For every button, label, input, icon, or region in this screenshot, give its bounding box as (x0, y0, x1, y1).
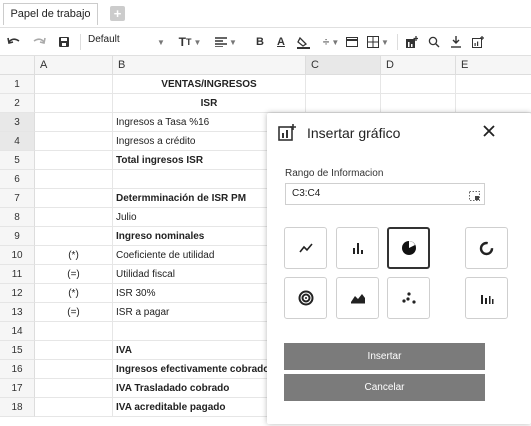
tab-papel-de-trabajo[interactable]: Papel de trabajo (3, 3, 98, 25)
chart-type-pie[interactable] (387, 227, 430, 269)
insert-button[interactable]: Insertar (284, 343, 485, 370)
row-header[interactable]: 6 (0, 170, 35, 189)
row-header[interactable]: 15 (0, 341, 35, 360)
cell-e1[interactable] (456, 75, 531, 94)
select-range-icon[interactable] (469, 189, 480, 209)
cell-a18[interactable] (35, 398, 113, 417)
cell-a14[interactable] (35, 322, 113, 341)
cell-a10[interactable]: (*) (35, 246, 113, 265)
row-header[interactable]: 3 (0, 113, 35, 132)
row-header[interactable]: 1 (0, 75, 35, 94)
row-header[interactable]: 11 (0, 265, 35, 284)
row-header[interactable]: 12 (0, 284, 35, 303)
chart-type-donut[interactable] (465, 227, 508, 269)
range-input[interactable]: C3:C4 (285, 183, 485, 205)
insert-chart-icon (278, 124, 296, 146)
font-family-select[interactable]: Default (88, 34, 120, 45)
cell-a16[interactable] (35, 360, 113, 379)
chart-type-radial[interactable] (284, 277, 327, 319)
column-header-b[interactable]: B (113, 56, 306, 75)
chart-type-column[interactable] (465, 277, 508, 319)
cell-a2[interactable] (35, 94, 113, 113)
cell-a13[interactable]: (=) (35, 303, 113, 322)
cell-a6[interactable] (35, 170, 113, 189)
borders-icon[interactable]: ▼ (365, 32, 391, 52)
cell-a4[interactable] (35, 132, 113, 151)
row-header[interactable]: 13 (0, 303, 35, 322)
column-header-d[interactable]: D (381, 56, 456, 75)
column-header-a[interactable]: A (35, 56, 113, 75)
insert-chart-dialog: Insertar gráfico Rango de Informacion C3… (267, 113, 531, 424)
cell-e2[interactable] (456, 94, 531, 113)
donut-chart-icon (479, 241, 494, 255)
cell-a7[interactable] (35, 189, 113, 208)
bar-chart-icon (352, 243, 363, 254)
cell-c2[interactable] (306, 94, 381, 113)
cell-d2[interactable] (381, 94, 456, 113)
chart-type-area[interactable] (336, 277, 379, 319)
row-header[interactable]: 5 (0, 151, 35, 170)
chart-type-scatter[interactable] (387, 277, 430, 319)
cell-a12[interactable]: (*) (35, 284, 113, 303)
pie-chart-icon (401, 241, 416, 255)
add-sheet-icon[interactable]: + (110, 6, 125, 21)
cell-a8[interactable] (35, 208, 113, 227)
cell-a3[interactable] (35, 113, 113, 132)
row-header[interactable]: 16 (0, 360, 35, 379)
insert-chart-toolbar-icon[interactable] (405, 32, 419, 52)
line-chart-icon (298, 243, 313, 253)
cell-b2[interactable]: ISR (113, 94, 306, 113)
row-header[interactable]: 10 (0, 246, 35, 265)
range-value: C3:C4 (292, 188, 321, 199)
close-icon[interactable] (481, 123, 497, 139)
sheet-tab-bar: Papel de trabajo + (0, 0, 531, 27)
row-header[interactable]: 9 (0, 227, 35, 246)
column-header-e[interactable]: E (456, 56, 531, 75)
scatter-chart-icon (401, 292, 416, 304)
column-chart-icon (480, 295, 493, 304)
area-chart-icon (350, 294, 365, 304)
row-header[interactable]: 8 (0, 208, 35, 227)
dialog-title: Insertar gráfico (307, 125, 401, 141)
cell-a9[interactable] (35, 227, 113, 246)
row-header[interactable]: 17 (0, 379, 35, 398)
cell-a1[interactable] (35, 75, 113, 94)
save-icon[interactable] (56, 32, 72, 52)
row-header[interactable]: 4 (0, 132, 35, 151)
search-icon[interactable] (427, 32, 441, 52)
merge-cells-icon[interactable] (345, 32, 359, 52)
chart-type-line[interactable] (284, 227, 327, 269)
text-color-icon[interactable]: A (275, 32, 287, 52)
vertical-align-icon[interactable]: ÷ ▼ (320, 32, 342, 52)
cancel-button[interactable]: Cancelar (284, 374, 485, 401)
row-header[interactable]: 14 (0, 322, 35, 341)
cell-d1[interactable] (381, 75, 456, 94)
align-icon[interactable]: ▼ (213, 32, 239, 52)
cell-a15[interactable] (35, 341, 113, 360)
redo-icon[interactable] (31, 32, 47, 52)
cell-a5[interactable] (35, 151, 113, 170)
row-header[interactable]: 7 (0, 189, 35, 208)
row-header[interactable]: 2 (0, 94, 35, 113)
select-all-corner[interactable] (0, 56, 35, 75)
radial-chart-icon (298, 290, 313, 306)
cell-c1[interactable] (306, 75, 381, 94)
font-dropdown-chevron-icon[interactable]: ▼ (154, 32, 166, 52)
download-icon[interactable] (449, 32, 463, 52)
row-header[interactable]: 18 (0, 398, 35, 417)
font-size-icon[interactable]: T T ▼ (178, 32, 202, 52)
range-label: Rango de Informacion (285, 168, 384, 179)
fill-color-icon[interactable] (296, 32, 310, 52)
cell-b1[interactable]: VENTAS/INGRESOS (113, 75, 306, 94)
toolbar: Default ▼ T T ▼ ▼ B A ÷ ▼ ▼ (0, 27, 531, 56)
chart-type-bar[interactable] (336, 227, 379, 269)
column-header-c[interactable]: C (306, 56, 381, 75)
add-chart-icon[interactable] (471, 32, 485, 52)
bold-icon[interactable]: B (254, 32, 266, 52)
font-family-value: Default (88, 34, 120, 45)
cell-a11[interactable]: (=) (35, 265, 113, 284)
undo-icon[interactable] (6, 32, 22, 52)
cell-a17[interactable] (35, 379, 113, 398)
